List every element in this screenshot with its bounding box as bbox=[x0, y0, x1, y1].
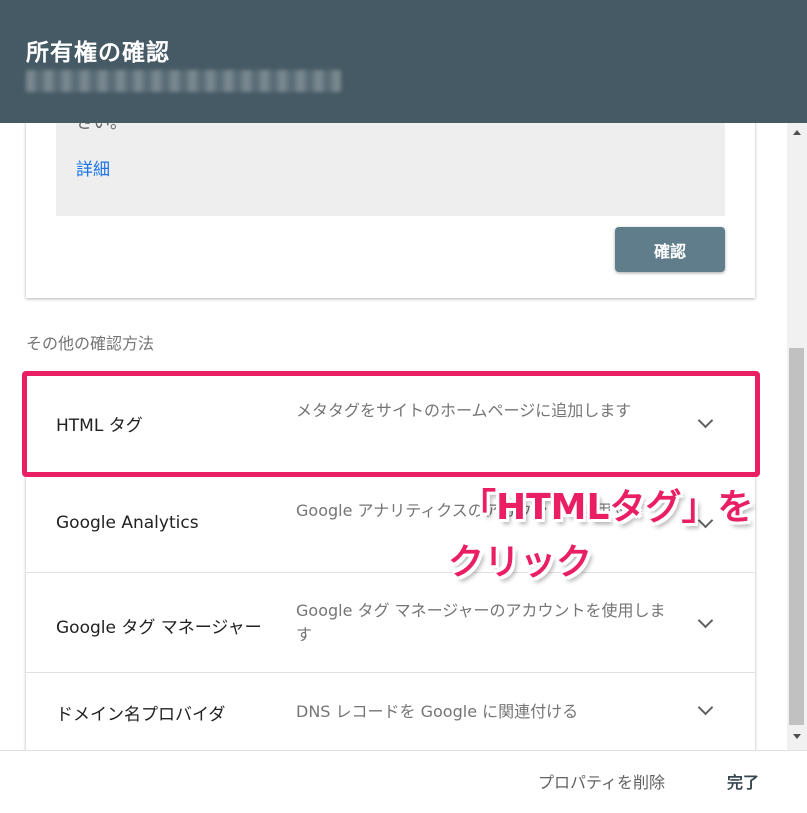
done-button[interactable]: 完了 bbox=[727, 769, 759, 793]
verify-button[interactable]: 確認 bbox=[615, 227, 725, 272]
blurred-property-url bbox=[26, 70, 341, 92]
instructions-box: さい。 詳細 bbox=[56, 123, 725, 216]
dialog-title: 所有権の確認 bbox=[26, 40, 170, 66]
scroll-down-arrow-icon[interactable] bbox=[793, 734, 801, 739]
method-row-domain-provider[interactable]: ドメイン名プロバイダ DNS レコードを Google に関連付ける bbox=[26, 672, 755, 750]
chevron-down-icon[interactable] bbox=[697, 699, 714, 716]
annotation-text-line1: 「HTMLタグ」を bbox=[460, 487, 754, 528]
other-methods-list: HTML タグ メタタグをサイトのホームページに追加します Google Ana… bbox=[26, 372, 755, 750]
details-link[interactable]: 詳細 bbox=[76, 155, 110, 180]
chevron-down-icon[interactable] bbox=[697, 612, 714, 629]
dialog-footer: プロパティを削除 完了 bbox=[0, 750, 807, 813]
method-description: DNS レコードを Google に関連付ける bbox=[296, 702, 579, 721]
method-name: ドメイン名プロバイダ bbox=[56, 705, 226, 725]
method-row-html-tag[interactable]: HTML タグ メタタグをサイトのホームページに追加します bbox=[26, 372, 755, 473]
recommended-method-card: さい。 詳細 確認 bbox=[26, 123, 755, 298]
method-description: メタタグをサイトのホームページに追加します bbox=[296, 401, 632, 420]
annotation-text-line2: クリック bbox=[448, 542, 593, 583]
instructions-text-fragment: さい。 bbox=[76, 123, 127, 133]
scrollbar-thumb[interactable] bbox=[789, 348, 804, 725]
vertical-scrollbar[interactable] bbox=[787, 123, 807, 750]
chevron-down-icon[interactable] bbox=[697, 412, 714, 429]
dialog-content[interactable]: さい。 詳細 確認 その他の確認方法 HTML タグ メタタグをサイトのホームペ… bbox=[0, 123, 787, 750]
method-name: Google Analytics bbox=[56, 513, 199, 533]
method-name: Google タグ マネージャー bbox=[56, 618, 262, 638]
dialog-header: 所有権の確認 bbox=[0, 0, 807, 123]
other-methods-label: その他の確認方法 bbox=[26, 334, 155, 353]
scroll-up-arrow-icon[interactable] bbox=[793, 130, 801, 135]
delete-property-button[interactable]: プロパティを削除 bbox=[538, 769, 665, 793]
method-row-google-tag-manager[interactable]: Google タグ マネージャー Google タグ マネージャーのアカウントを… bbox=[26, 572, 755, 673]
method-name: HTML タグ bbox=[56, 416, 143, 436]
method-description: Google タグ マネージャーのアカウントを使用します bbox=[296, 601, 666, 644]
